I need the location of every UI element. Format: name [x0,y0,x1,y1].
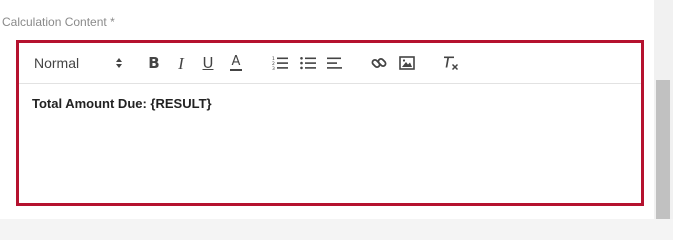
link-icon [371,58,387,68]
link-button[interactable] [368,51,390,75]
format-select[interactable]: Normal [34,51,122,75]
clear-format-button[interactable] [440,51,462,75]
underline-icon: U [202,53,214,72]
font-color-icon: A [230,54,242,71]
font-color-button[interactable]: A [225,51,247,75]
rich-text-editor[interactable]: Normal B I U A 1 2 3 Total Amount Due: {… [16,40,644,206]
bullet-list-icon [300,57,316,70]
bullet-list-button[interactable] [297,51,319,75]
format-select-value: Normal [34,55,80,71]
align-button[interactable] [324,51,346,75]
field-label: Calculation Content * [2,15,115,29]
scrollbar-track[interactable] [654,0,673,219]
svg-text:3: 3 [272,66,275,70]
underline-button[interactable]: U [197,51,219,75]
select-caret-icon [116,58,122,68]
scrollbar-thumb[interactable] [656,80,670,219]
editor-content[interactable]: Total Amount Due: {RESULT} [32,96,212,111]
bold-button[interactable]: B [143,51,165,75]
image-icon [399,56,415,70]
italic-button[interactable]: I [170,51,192,75]
clear-format-icon [444,56,459,71]
italic-icon: I [178,53,184,73]
bold-icon: B [148,53,160,72]
align-left-icon [327,57,342,69]
ordered-list-button[interactable]: 1 2 3 [269,51,291,75]
editor-toolbar: Normal B I U A 1 2 3 [19,43,641,84]
ordered-list-icon: 1 2 3 [272,56,288,70]
image-button[interactable] [396,51,418,75]
form-panel: Calculation Content * Normal B I U A 1 2… [0,0,654,219]
